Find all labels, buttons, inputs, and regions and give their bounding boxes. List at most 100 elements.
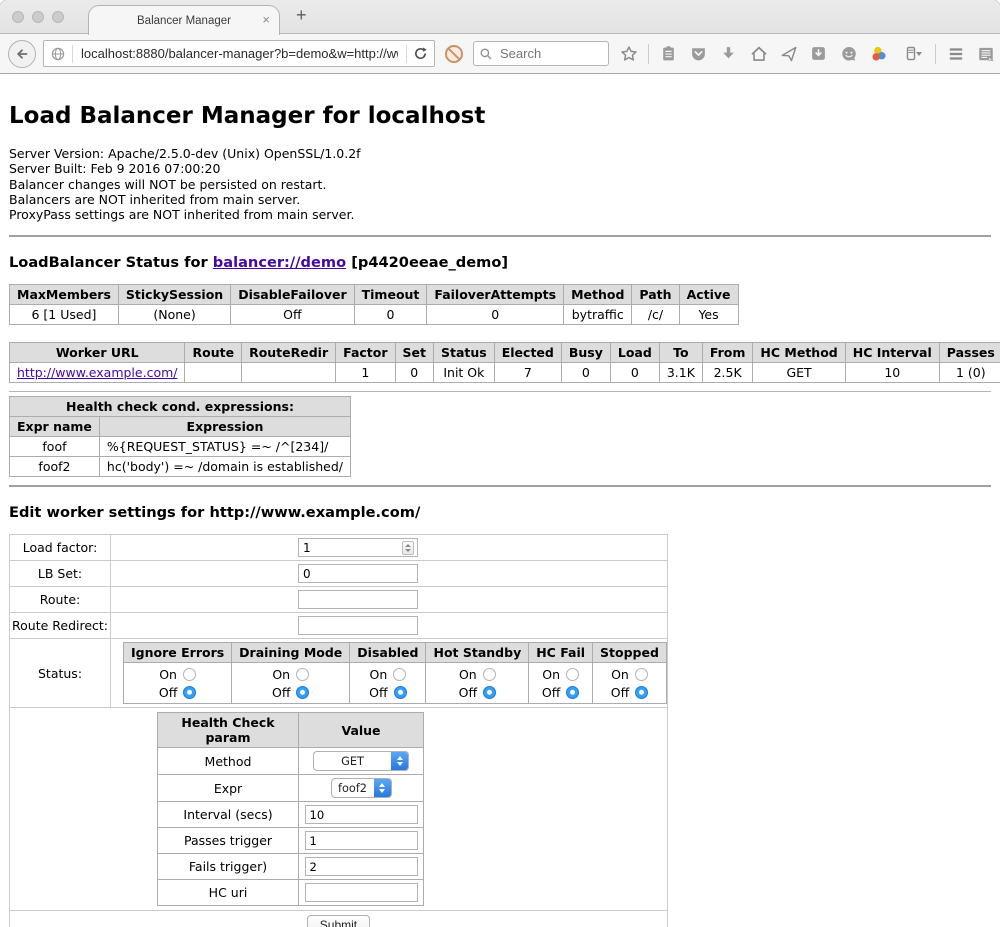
number-spinner-icon[interactable] (402, 541, 414, 555)
hc-expr-select[interactable]: foof2 (331, 778, 392, 798)
column-header: Route (185, 343, 242, 363)
table-cell: 3.1K (659, 363, 702, 383)
expr-value-cell: %{REQUEST_STATUS} =~ /^[234]/ (99, 437, 350, 457)
search-input[interactable] (498, 45, 603, 62)
hc-row: Interval (secs) (158, 802, 424, 828)
column-header: Factor (336, 343, 395, 363)
radio-off[interactable] (183, 686, 196, 699)
pocket-button[interactable] (686, 41, 711, 67)
url-bar[interactable] (43, 40, 435, 67)
column-header: Elected (494, 343, 561, 363)
load-factor-input[interactable] (298, 538, 418, 557)
radio-label: On (459, 667, 477, 682)
zoom-window-button[interactable] (52, 11, 64, 23)
minimize-window-button[interactable] (32, 11, 44, 23)
table-cell: 1 (336, 363, 395, 383)
hc-params-cell: Health Check param Value Method GET (10, 708, 668, 911)
form-row-submit: Submit (10, 911, 668, 927)
proxypass-note-line: ProxyPass settings are NOT inherited fro… (9, 207, 991, 222)
form-value-cell (111, 561, 668, 587)
search-bar[interactable] (473, 41, 609, 66)
route-input[interactable] (298, 590, 418, 609)
status-cell-stopped: On Off (593, 663, 667, 704)
table-cell: /c/ (632, 305, 679, 325)
table-cell: Yes (679, 305, 738, 325)
tab-balancer-manager[interactable]: Balancer Manager × (88, 5, 280, 35)
radio-label: Off (459, 685, 477, 700)
radio-off[interactable] (635, 686, 648, 699)
radio-off[interactable] (483, 686, 496, 699)
radio-on[interactable] (183, 668, 196, 681)
server-built-line: Server Built: Feb 9 2016 07:00:20 (9, 161, 991, 176)
radio-off[interactable] (296, 686, 309, 699)
hc-uri-input[interactable] (305, 883, 418, 902)
new-tab-button[interactable]: + (296, 5, 307, 26)
save-page-button[interactable] (806, 41, 831, 67)
url-input[interactable] (79, 45, 400, 62)
send-tab-button[interactable] (776, 41, 801, 67)
table-cell: 1 (0) (939, 363, 1000, 383)
radio-on[interactable] (635, 668, 648, 681)
table-cell: 0 (427, 305, 564, 325)
reload-icon[interactable] (413, 46, 428, 61)
column-header: Worker URL (10, 343, 185, 363)
hc-passes-input[interactable] (305, 831, 418, 850)
colors-button[interactable] (866, 41, 891, 67)
radio-label: Off (611, 685, 629, 700)
bookmark-star-button[interactable] (616, 41, 641, 67)
lb-set-input[interactable] (298, 564, 418, 583)
radio-on[interactable] (393, 668, 406, 681)
tab-title: Balancer Manager (137, 15, 231, 27)
radio-label: On (159, 667, 177, 682)
hc-value-cell: GET (299, 748, 424, 775)
hc-method-select[interactable]: GET (313, 751, 409, 771)
globe-icon[interactable] (50, 46, 66, 62)
status-options-table: Ignore Errors Draining Mode Disabled Hot… (123, 642, 667, 704)
form-row: LB Set: (10, 561, 668, 587)
submit-button[interactable]: Submit (307, 915, 370, 927)
table-row: 6 [1 Used] (None) Off 0 0 bytraffic /c/ … (10, 305, 739, 325)
column-header: HC Interval (845, 343, 939, 363)
column-header: Active (679, 285, 738, 305)
route-redirect-input[interactable] (298, 616, 418, 635)
home-button[interactable] (746, 41, 771, 67)
home-icon (750, 45, 768, 63)
form-row: Route: (10, 587, 668, 613)
balancer-link[interactable]: balancer://demo (213, 254, 346, 271)
container-button[interactable] (896, 41, 928, 67)
radio-on[interactable] (296, 668, 309, 681)
close-window-button[interactable] (12, 11, 24, 23)
hc-interval-input[interactable] (305, 805, 418, 824)
table-cell (242, 363, 336, 383)
radio-on[interactable] (566, 668, 579, 681)
status-column-header: Draining Mode (232, 643, 350, 663)
select-stepper-icon (374, 778, 391, 798)
content-block-button[interactable] (442, 44, 466, 64)
column-header: MaxMembers (10, 285, 119, 305)
menu-icon (947, 45, 965, 63)
worker-url-link[interactable]: http://www.example.com/ (17, 365, 177, 380)
radio-on[interactable] (483, 668, 496, 681)
column-header: StickySession (118, 285, 230, 305)
hc-expr-label: Expr (158, 775, 299, 802)
hc-fails-input[interactable] (305, 857, 418, 876)
status-value-cell: Ignore Errors Draining Mode Disabled Hot… (111, 639, 668, 708)
table-cell: bytraffic (564, 305, 632, 325)
downloads-button[interactable] (716, 41, 741, 67)
status-column-header: HC Fail (529, 643, 593, 663)
forum-chat-button[interactable] (836, 41, 861, 67)
worker-status-table: Worker URL Route RouteRedir Factor Set S… (9, 342, 1000, 383)
hc-row: Method GET (158, 748, 424, 775)
back-button[interactable] (8, 40, 36, 68)
reading-list-button[interactable] (656, 41, 681, 67)
radio-off[interactable] (394, 686, 407, 699)
column-header: Path (632, 285, 679, 305)
chevron-down-icon (916, 52, 922, 56)
menu-button[interactable] (943, 41, 968, 67)
column-header: Expr name (10, 417, 100, 437)
tab-close-icon[interactable]: × (262, 12, 270, 28)
pages-button[interactable] (973, 41, 998, 67)
select-stepper-icon (391, 751, 408, 771)
persist-note-line: Balancer changes will NOT be persisted o… (9, 177, 991, 192)
radio-off[interactable] (566, 686, 579, 699)
